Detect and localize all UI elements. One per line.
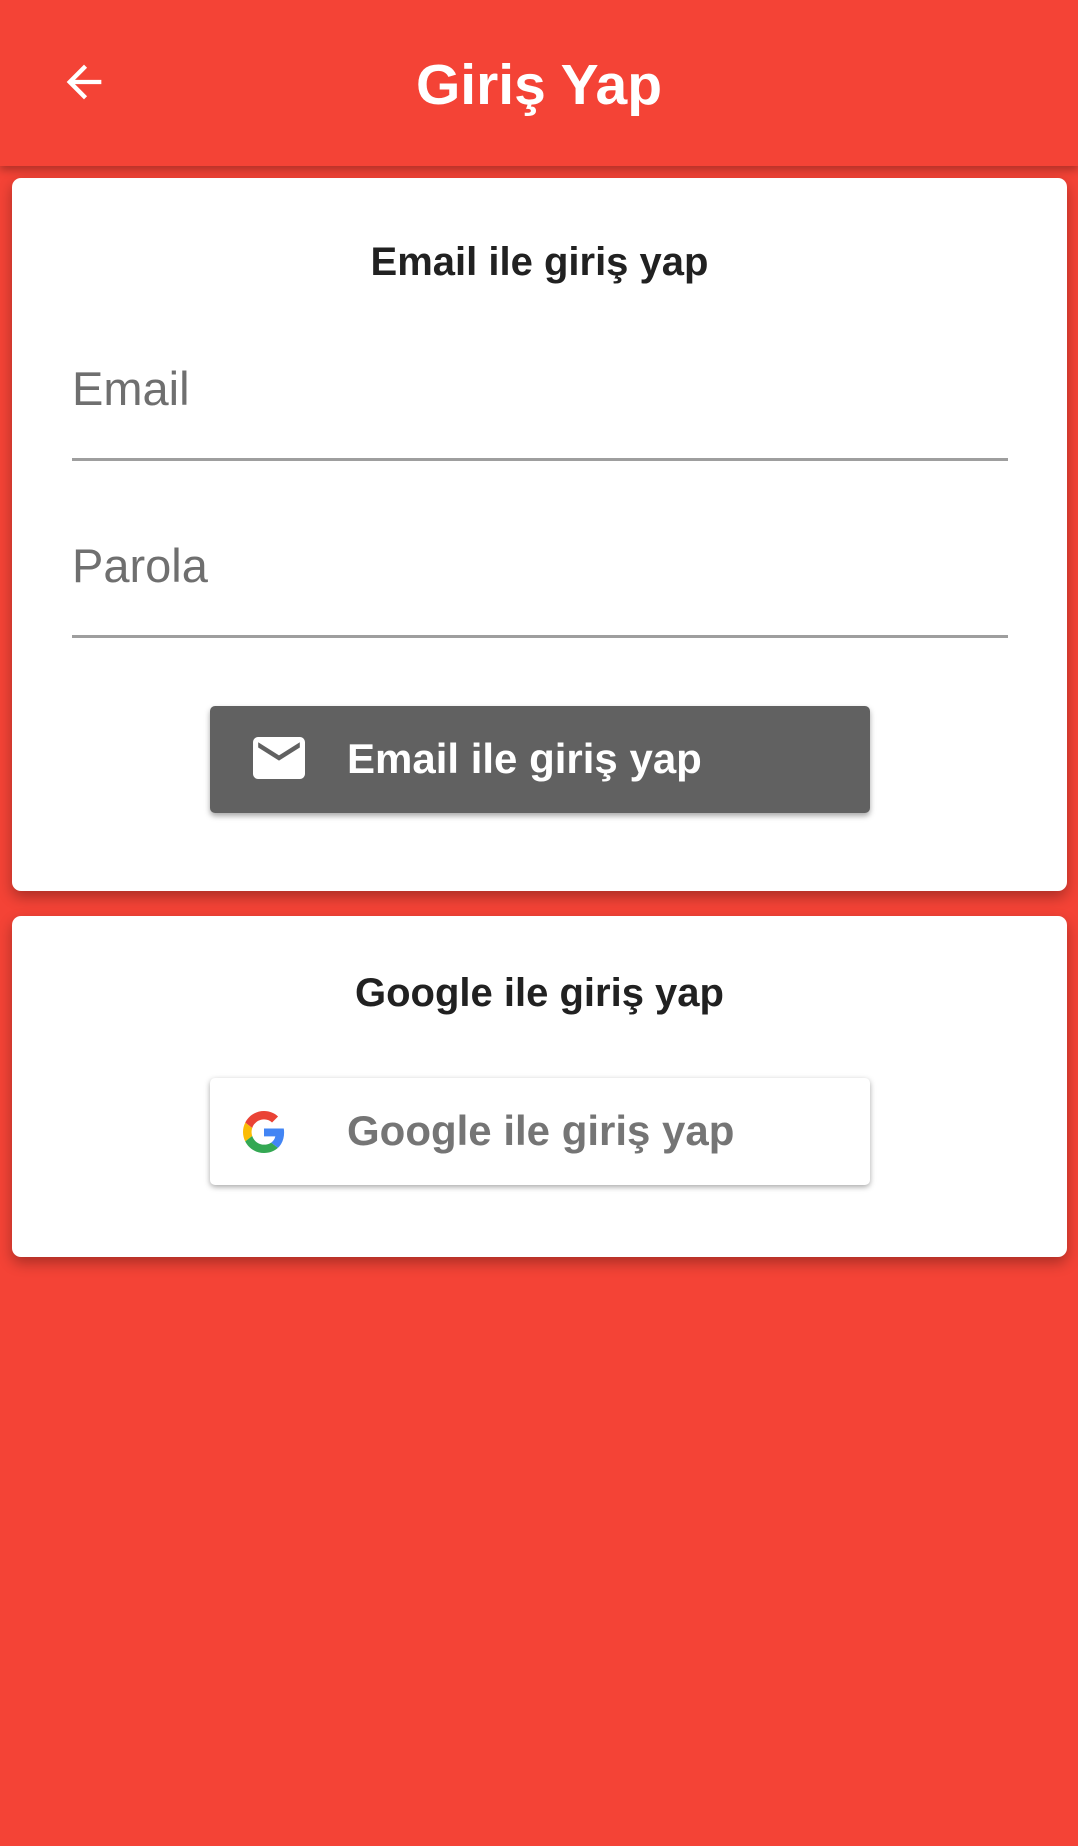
- password-field-container: [72, 515, 1008, 638]
- email-login-button-label: Email ile giriş yap: [347, 735, 702, 782]
- google-login-heading: Google ile giriş yap: [355, 971, 724, 1015]
- google-login-button[interactable]: Google ile giriş yap: [210, 1078, 870, 1185]
- google-login-button-label: Google ile giriş yap: [347, 1107, 735, 1154]
- email-field[interactable]: [72, 338, 1008, 458]
- mail-icon: [253, 737, 305, 779]
- email-login-button[interactable]: Email ile giriş yap: [210, 706, 870, 813]
- google-login-card: Google ile giriş yap Google ile giriş ya…: [12, 916, 1067, 1257]
- page-title: Giriş Yap: [415, 53, 663, 117]
- password-field[interactable]: [72, 515, 1008, 635]
- google-logo-icon: [243, 1111, 285, 1153]
- email-login-heading: Email ile giriş yap: [370, 240, 709, 284]
- email-field-container: [72, 338, 1008, 461]
- email-login-card: Email ile giriş yap Email ile giriş yap: [12, 178, 1067, 891]
- app-bar: Giriş Yap: [0, 0, 1078, 166]
